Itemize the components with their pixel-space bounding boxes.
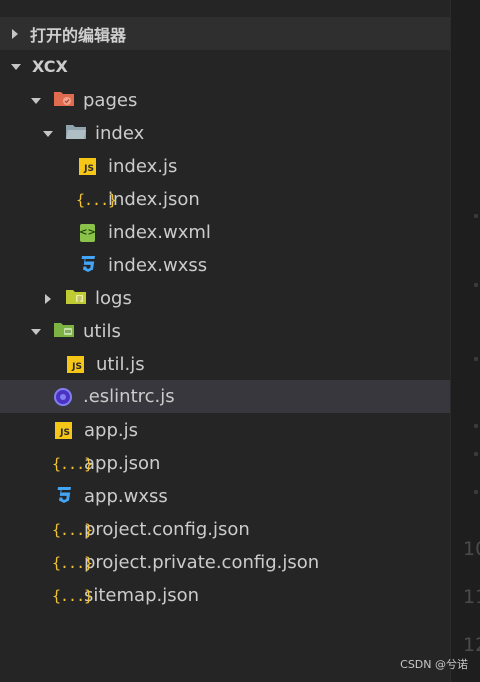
tree-label: pages: [83, 90, 138, 111]
wxml-file-icon: <>: [79, 223, 96, 242]
tree-item-index-json[interactable]: {...} index.json: [0, 183, 450, 216]
tree-item-sitemap[interactable]: {...} sitemap.json: [0, 579, 450, 612]
chevron-down-icon[interactable]: [43, 130, 53, 137]
tree-item-app-wxss[interactable]: app.wxss: [0, 480, 450, 513]
chevron-down-icon[interactable]: [31, 328, 41, 335]
tree-label: logs: [95, 288, 132, 309]
js-file-icon: JS: [67, 356, 84, 373]
line-number: 12: [463, 634, 480, 656]
tree-label: app.json: [84, 453, 161, 474]
tree-item-pages[interactable]: pages: [0, 84, 450, 117]
tree-item-project-config[interactable]: {...} project.config.json: [0, 513, 450, 546]
project-root[interactable]: XCX: [0, 50, 450, 83]
tree-label: app.js: [84, 420, 138, 441]
open-editors-label: 打开的编辑器: [30, 25, 127, 45]
chevron-right-icon[interactable]: [45, 293, 51, 304]
json-file-icon: {...}: [52, 454, 93, 473]
tree-item-logs[interactable]: logs: [0, 282, 450, 315]
chevron-down-icon[interactable]: [11, 63, 21, 70]
line-number: 10: [463, 538, 480, 560]
tree-item-app-json[interactable]: {...} app.json: [0, 447, 450, 480]
tree-label: project.private.config.json: [84, 552, 320, 573]
tree-item-eslintrc[interactable]: .eslintrc.js: [0, 380, 450, 413]
tree-item-project-private-config[interactable]: {...} project.private.config.json: [0, 546, 450, 579]
gutter-mark: [474, 357, 478, 361]
js-file-icon: JS: [55, 422, 72, 439]
tree-item-index-wxss[interactable]: index.wxss: [0, 249, 450, 282]
gutter-mark: [474, 452, 478, 456]
editor-gutter: [450, 0, 480, 682]
tree-label: index.wxml: [108, 222, 211, 243]
line-number: 11: [463, 586, 480, 608]
gutter-mark: [474, 424, 478, 428]
eslint-file-icon: [54, 387, 72, 406]
open-editors-header[interactable]: 打开的编辑器: [0, 17, 450, 50]
js-file-icon: JS: [79, 158, 96, 175]
tree-item-util-js[interactable]: JS util.js: [0, 348, 450, 381]
css-file-icon: [55, 485, 73, 509]
chevron-right-icon[interactable]: [12, 28, 18, 39]
chevron-down-icon[interactable]: [31, 97, 41, 104]
gutter-mark: [474, 283, 478, 287]
tree-label: .eslintrc.js: [83, 386, 175, 407]
gutter-mark: [474, 490, 478, 494]
project-label: XCX: [32, 57, 68, 76]
folder-utils-icon: [53, 321, 75, 343]
folder-open-icon: [65, 123, 87, 145]
tree-item-index-js[interactable]: JS index.js: [0, 150, 450, 183]
watermark: CSDN @兮诺: [400, 658, 468, 671]
tree-label: util.js: [96, 354, 145, 375]
tree-label: index: [95, 123, 145, 144]
explorer-panel: 打开的编辑器 XCX pages index JS index.js {...}…: [0, 0, 450, 682]
tree-item-index-wxml[interactable]: <> index.wxml: [0, 216, 450, 249]
tree-item-utils[interactable]: utils: [0, 315, 450, 348]
json-file-icon: {...}: [52, 553, 93, 572]
folder-pages-icon: [53, 90, 75, 112]
json-file-icon: {...}: [76, 190, 117, 209]
tree-item-index-folder[interactable]: index: [0, 117, 450, 150]
folder-logs-icon: [65, 288, 87, 310]
tree-label: index.wxss: [108, 255, 208, 276]
tree-label: app.wxss: [84, 486, 168, 507]
tree-label: project.config.json: [84, 519, 250, 540]
tree-label: index.json: [108, 189, 200, 210]
json-file-icon: {...}: [52, 586, 93, 605]
tree-item-app-js[interactable]: JS app.js: [0, 414, 450, 447]
gutter-mark: [474, 214, 478, 218]
css-file-icon: [79, 254, 97, 278]
tree-label: utils: [83, 321, 121, 342]
tree-label: sitemap.json: [84, 585, 200, 606]
tree-label: index.js: [108, 156, 178, 177]
json-file-icon: {...}: [52, 520, 93, 539]
